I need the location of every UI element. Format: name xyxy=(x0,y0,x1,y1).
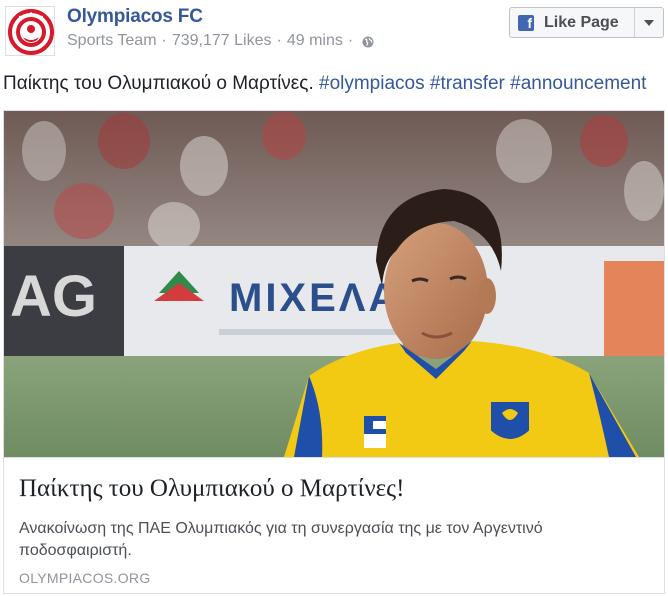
link-title[interactable]: Παίκτης του Ολυμπιακού ο Μαρτίνες! xyxy=(19,475,404,503)
page-category[interactable]: Sports Team xyxy=(67,32,157,49)
link-description: Ανακοίνωση της ΠΑΕ Ολυμπιακός για τη συν… xyxy=(19,520,543,559)
post-message: Παίκτης του Ολυμπιακού ο Μαρτίνες. #olym… xyxy=(3,73,646,95)
post-timestamp[interactable]: 49 mins xyxy=(287,32,343,49)
like-page-button[interactable]: f Like Page xyxy=(509,7,664,38)
hashtag-link[interactable]: #olympiacos xyxy=(319,73,425,94)
hashtag-link[interactable]: #announcement xyxy=(510,73,646,94)
page-avatar[interactable] xyxy=(5,6,55,56)
like-page-label: Like Page xyxy=(544,13,619,31)
page-name-link[interactable]: Olympiacos FC xyxy=(67,6,203,28)
page-like-count[interactable]: 739,177 Likes xyxy=(172,32,272,49)
meta-separator: · xyxy=(161,32,167,49)
link-preview-body[interactable]: Παίκτης του Ολυμπιακού ο Μαρτίνες! Ανακο… xyxy=(4,457,664,593)
globe-icon[interactable] xyxy=(362,35,374,53)
like-page-main[interactable]: f Like Page xyxy=(510,8,635,37)
post-meta: Sports Team · 739,177 Likes · 49 mins · xyxy=(67,32,374,53)
facebook-icon: f xyxy=(518,14,534,31)
hashtag-link[interactable]: #transfer xyxy=(430,73,505,94)
meta-separator: · xyxy=(276,32,282,49)
post-message-text: Παίκτης του Ολυμπιακού ο Μαρτίνες. xyxy=(3,73,314,94)
svg-text:AG: AG xyxy=(10,264,97,329)
link-preview-card[interactable]: AG ΜΙΧΕΛΑΚΗΣ Παίκτης του Ολυμπιακού ο Μα… xyxy=(3,110,665,594)
meta-separator: · xyxy=(347,32,354,49)
club-crest-icon xyxy=(8,9,54,55)
player-photo: AG ΜΙΧΕΛΑΚΗΣ xyxy=(4,111,664,457)
caret-down-icon[interactable] xyxy=(635,8,663,37)
link-domain: OLYMPIACOS.ORG xyxy=(19,570,151,586)
link-preview-image[interactable]: AG ΜΙΧΕΛΑΚΗΣ xyxy=(4,111,664,457)
